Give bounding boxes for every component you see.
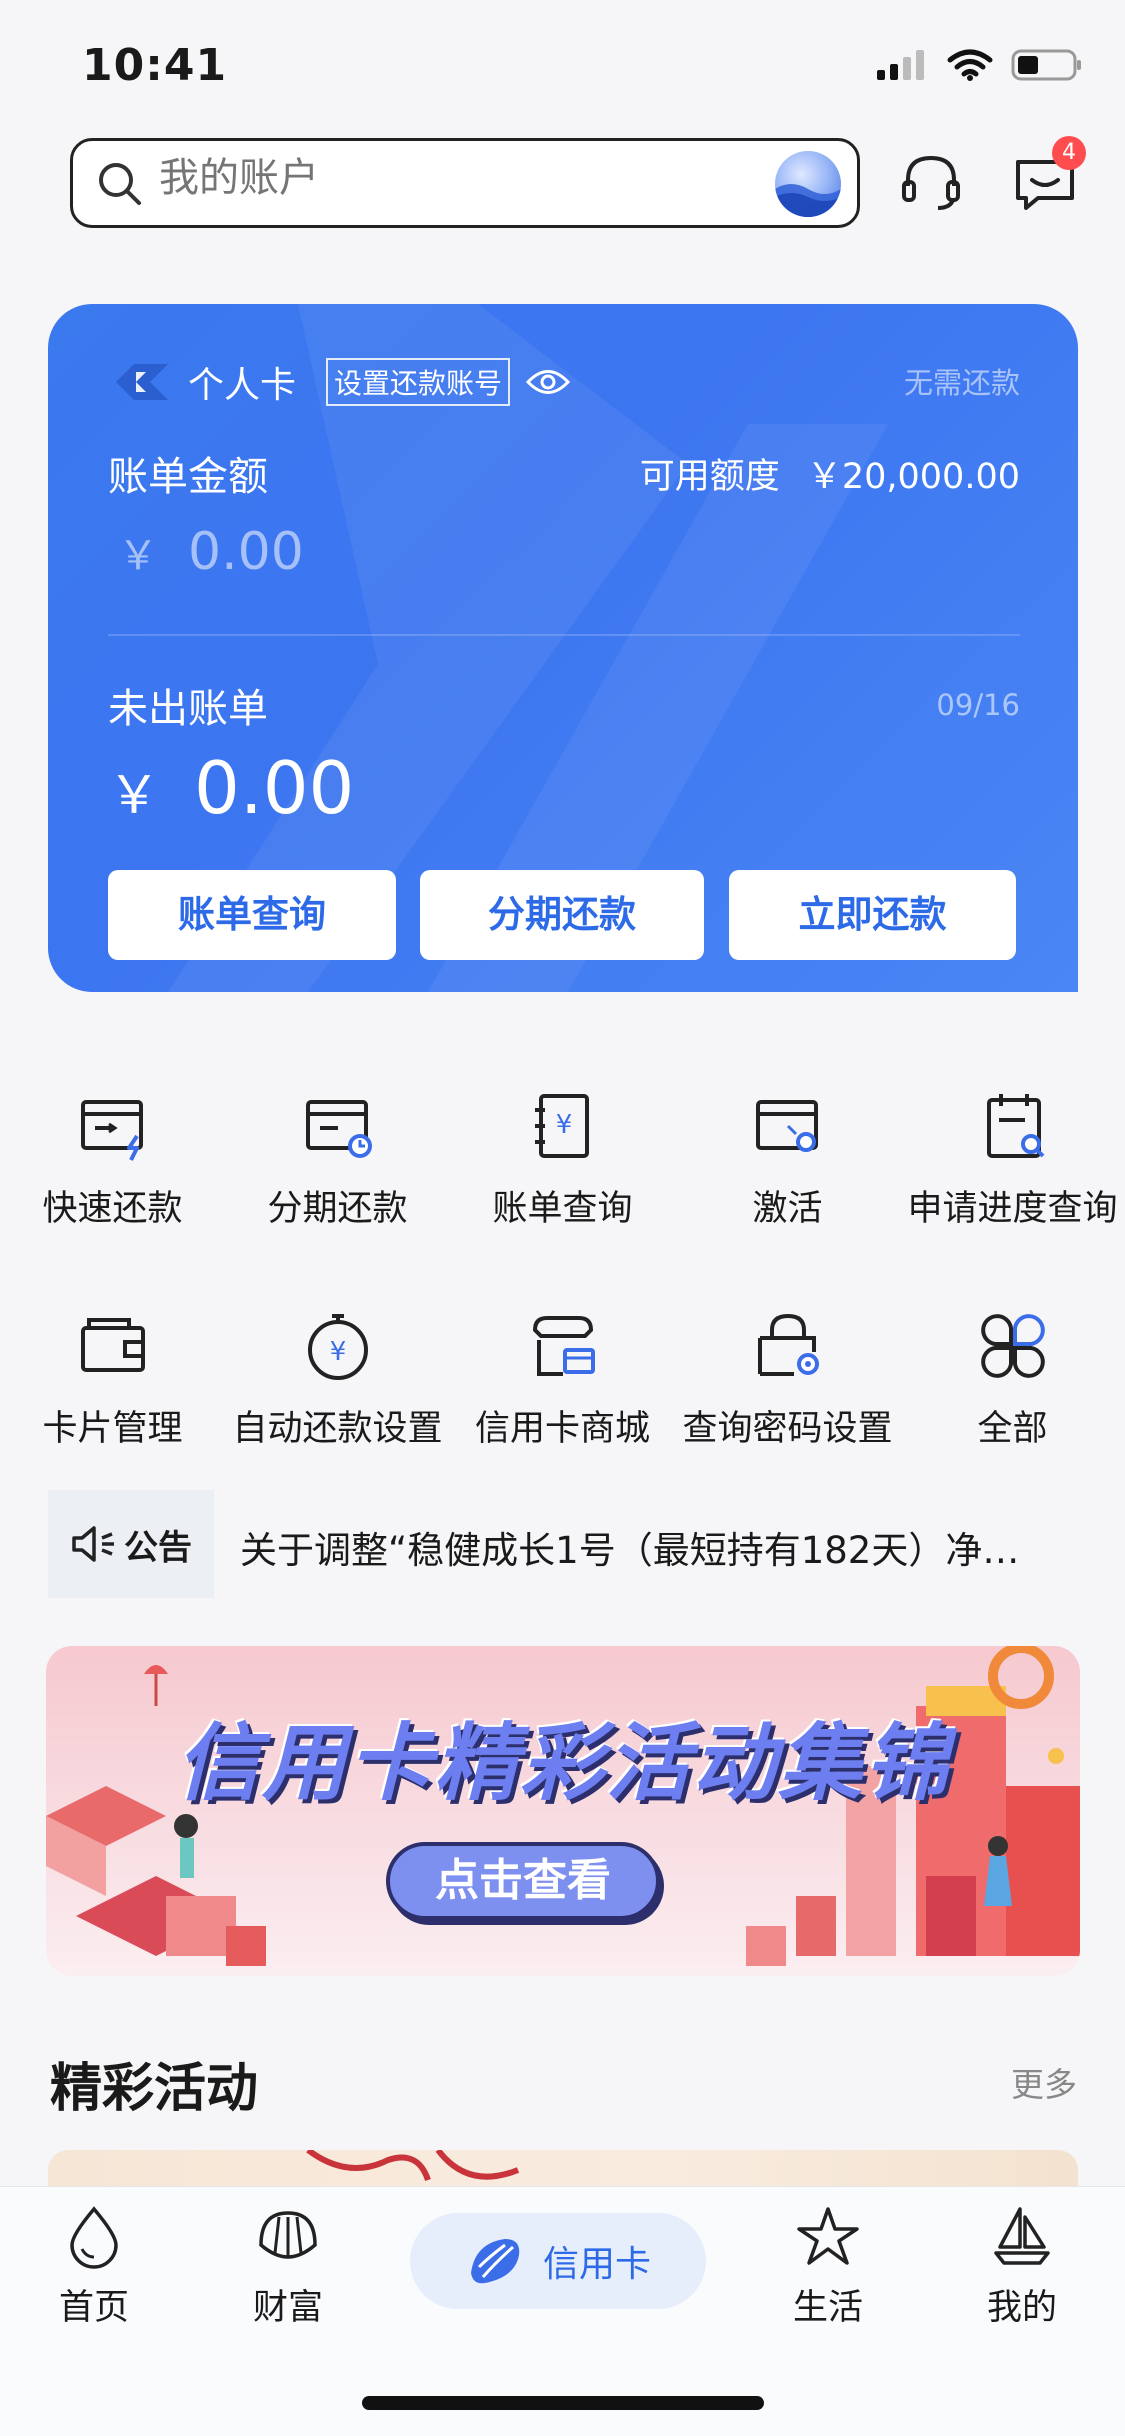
tab-credit-card[interactable]: 信用卡 — [410, 2213, 706, 2309]
repay-status: 无需还款 — [903, 366, 1020, 400]
search-row: 4 — [0, 136, 1125, 236]
card-type-row: 个人卡 设置还款账号 — [112, 356, 571, 408]
repay-now-button[interactable]: 立即还款 — [729, 870, 1016, 960]
set-repay-account-link[interactable]: 设置还款账号 — [326, 358, 511, 406]
activate-icon — [755, 1100, 818, 1152]
password-setting-icon — [757, 1313, 819, 1376]
tab-life[interactable]: 生活 — [748, 2205, 908, 2330]
tab-label: 我的 — [986, 2288, 1057, 2328]
tab-label: 财富 — [252, 2288, 323, 2328]
grid-label: 全部 — [977, 1409, 1048, 1449]
mall-icon — [532, 1316, 595, 1376]
starfish-icon — [797, 2207, 859, 2265]
bill-query-button[interactable]: 账单查询 — [108, 870, 396, 960]
grid-label: 自动还款设置 — [232, 1409, 443, 1449]
unbilled-amount-value: 0.00 — [194, 746, 355, 830]
card-manage-icon — [80, 1318, 145, 1372]
unbilled-amount: ￥ 0.00 — [108, 746, 354, 830]
tab-label: 信用卡 — [542, 2244, 651, 2285]
grid-item-application-progress[interactable]: 申请进度查询 — [900, 1086, 1125, 1231]
status-time: 10:41 — [82, 40, 228, 91]
grid-item-card-manage[interactable]: 卡片管理 — [0, 1306, 225, 1451]
voice-assistant-icon[interactable] — [775, 151, 841, 217]
search-input[interactable] — [159, 155, 719, 201]
available-credit-value: ￥20,000.00 — [806, 457, 1020, 497]
installment-icon — [305, 1100, 372, 1158]
announcement-tag-label: 公告 — [124, 1527, 192, 1568]
grid-item-bill-query[interactable]: ¥ 账单查询 — [450, 1086, 675, 1231]
message-badge: 4 — [1052, 136, 1086, 170]
grid-item-password-setting[interactable]: 查询密码设置 — [675, 1306, 900, 1451]
banner-view-button[interactable]: 点击查看 — [386, 1842, 660, 1920]
message-button[interactable]: 4 — [1012, 136, 1086, 216]
grid-label: 信用卡商城 — [474, 1409, 650, 1449]
activity-banner[interactable]: 信用卡精彩活动集锦 点击查看 — [46, 1646, 1080, 1976]
grid-item-all[interactable]: 全部 — [900, 1306, 1125, 1451]
grid-item-installment[interactable]: 分期还款 — [225, 1086, 450, 1231]
grid-item-quick-repay[interactable]: 快速还款 — [0, 1086, 225, 1231]
bill-amount: ￥ 0.00 — [118, 522, 304, 582]
grid-item-mall[interactable]: 信用卡商城 — [450, 1306, 675, 1451]
wifi-icon — [947, 49, 993, 81]
speaker-icon — [72, 1526, 114, 1562]
activities-title: 精彩活动 — [50, 2059, 259, 2119]
grid-item-activate[interactable]: 激活 — [675, 1086, 900, 1231]
announcement-bar[interactable]: 公告 关于调整“稳健成长1号（最短持有182天）净… — [48, 1490, 1078, 1600]
tab-home[interactable]: 首页 — [14, 2205, 174, 2330]
search-icon — [99, 163, 141, 205]
card-divider — [108, 634, 1020, 636]
conch-icon — [470, 2239, 520, 2284]
bill-query-icon: ¥ — [534, 1094, 589, 1158]
unbilled-currency: ￥ — [108, 766, 161, 826]
announcement-tag: 公告 — [48, 1490, 214, 1598]
grid-label: 快速还款 — [42, 1189, 183, 1229]
battery-icon — [1011, 49, 1081, 81]
bill-amount-label: 账单金额 — [108, 454, 268, 500]
tab-wealth[interactable]: 财富 — [208, 2205, 368, 2330]
svg-text:¥: ¥ — [555, 1110, 572, 1140]
grid-label: 申请进度查询 — [907, 1189, 1118, 1229]
announcement-text[interactable]: 关于调整“稳健成长1号（最短持有182天）净… — [240, 1520, 1019, 1574]
card-type-label: 个人卡 — [188, 365, 297, 406]
tab-label: 首页 — [58, 2288, 129, 2328]
grid-label: 分期还款 — [267, 1189, 408, 1229]
grid-label: 账单查询 — [492, 1189, 633, 1229]
installment-button[interactable]: 分期还款 — [420, 870, 704, 960]
svg-text:¥: ¥ — [329, 1337, 346, 1367]
customer-service-headset-icon[interactable] — [898, 150, 964, 216]
banner-title: 信用卡精彩活动集锦 — [176, 1714, 951, 1812]
grid-item-auto-repay[interactable]: ¥ 自动还款设置 — [225, 1306, 450, 1451]
card-brand-logo-icon — [116, 364, 168, 400]
all-icon — [980, 1314, 1045, 1378]
home-indicator — [362, 2396, 764, 2410]
shell-icon — [259, 2211, 317, 2259]
unbilled-label: 未出账单 — [108, 686, 268, 732]
eye-visibility-icon[interactable] — [526, 367, 571, 397]
sailboat-icon — [994, 2207, 1050, 2265]
activities-more-link[interactable]: 更多 — [1011, 2058, 1077, 2106]
tab-mine[interactable]: 我的 — [942, 2205, 1102, 2330]
available-credit: 可用额度 ￥20,000.00 — [640, 448, 1020, 499]
status-icons — [875, 48, 1083, 82]
cellular-signal-icon — [877, 50, 924, 80]
home-drop-icon — [70, 2206, 118, 2269]
unbilled-date: 09/16 — [936, 688, 1020, 722]
credit-card-panel: 个人卡 设置还款账号 无需还款 账单金额 可用额度 ￥20,000.00 ￥ 0.… — [48, 304, 1078, 992]
tab-label: 生活 — [792, 2288, 863, 2328]
application-progress-icon — [986, 1094, 1044, 1158]
grid-label: 卡片管理 — [42, 1409, 183, 1449]
status-bar: 10:41 — [0, 0, 1125, 135]
auto-repay-icon: ¥ — [307, 1314, 368, 1380]
quick-repay-icon — [80, 1100, 143, 1161]
search-box[interactable] — [70, 138, 860, 228]
bill-currency: ￥ — [118, 533, 158, 579]
available-credit-label: 可用额度 — [639, 457, 780, 497]
grid-label: 查询密码设置 — [682, 1409, 893, 1449]
grid-label: 激活 — [752, 1189, 823, 1229]
bill-amount-value: 0.00 — [188, 522, 304, 582]
